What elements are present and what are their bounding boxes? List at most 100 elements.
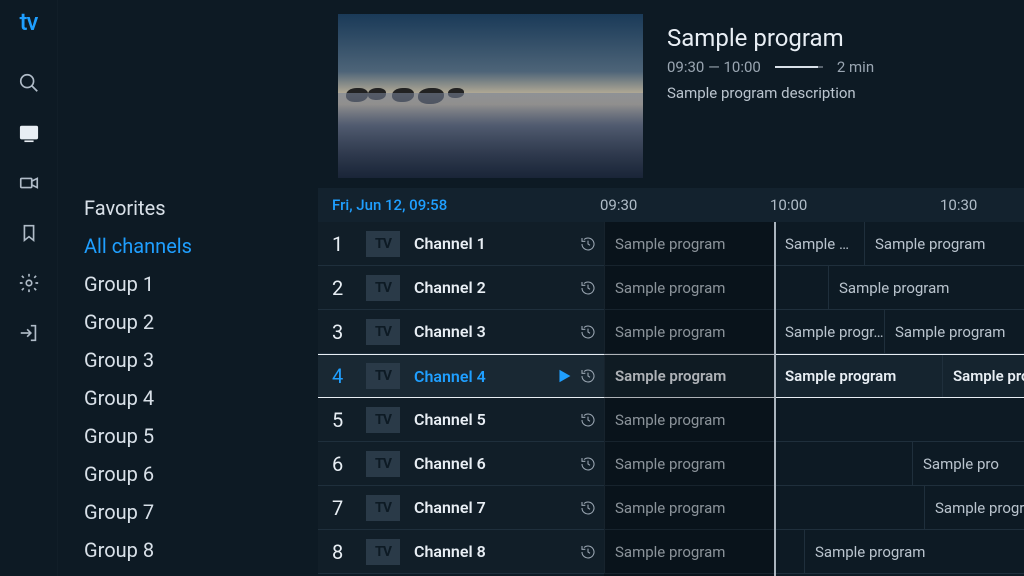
group-item[interactable]: Group 1	[84, 272, 318, 296]
channel-left-block[interactable]: 1TVChannel 1	[318, 222, 604, 265]
group-list: Favorites All channels Group 1 Group 2 Group…	[58, 0, 318, 576]
channel-row[interactable]: 7TV Channel 7 Sample programSample progra	[318, 486, 1024, 530]
program-area: Sample programSample pro	[604, 442, 1024, 485]
channel-name: Channel 7	[414, 498, 580, 517]
channel-left-block[interactable]: 8TV Channel 8	[318, 530, 604, 573]
channel-name: Channel 5	[414, 410, 580, 429]
channel-logo: TV	[366, 539, 400, 565]
channel-number: 8	[332, 540, 366, 564]
group-item[interactable]: Group 3	[84, 348, 318, 372]
group-item[interactable]: Group 4	[84, 386, 318, 410]
group-item[interactable]: Favorites	[84, 196, 318, 220]
bookmark-icon[interactable]	[18, 222, 40, 244]
channel-number: 7	[332, 496, 366, 520]
program-area: Sample program	[604, 398, 1024, 441]
program-preview: Sample program 09:30 — 10:00 2 min Sampl…	[318, 0, 1024, 188]
timeline-header: Fri, Jun 12, 09:58 09:30 10:00 10:30	[318, 188, 1024, 222]
channel-row[interactable]: 4TVChannel 4Sample programSample program…	[318, 354, 1024, 398]
channel-left-block[interactable]: 4TVChannel 4	[318, 355, 604, 397]
play-icon	[556, 368, 572, 384]
program-area: Sample programSample progr…Sample progra…	[604, 310, 1024, 353]
group-item[interactable]: Group 7	[84, 500, 318, 524]
channel-number: 3	[332, 320, 366, 344]
preview-description: Sample program description	[667, 84, 874, 102]
channel-left-block[interactable]: 5TV Channel 5	[318, 398, 604, 441]
preview-remaining: 2 min	[837, 58, 874, 76]
program-area: Sample programSample program	[604, 530, 1024, 573]
channel-logo: TV	[366, 275, 400, 301]
channel-logo: TV	[366, 451, 400, 477]
group-item[interactable]: Group 5	[84, 424, 318, 448]
program-block[interactable]: Sample program	[604, 398, 774, 441]
preview-thumbnail	[338, 14, 643, 178]
program-block[interactable]: Sample pro	[912, 442, 1024, 485]
time-tick: 10:00	[770, 196, 807, 214]
login-icon[interactable]	[18, 322, 40, 344]
channel-logo: TV	[366, 495, 400, 521]
tv-icon[interactable]	[18, 122, 40, 144]
channel-row[interactable]: 2TV Channel 2 Sample programSample program	[318, 266, 1024, 310]
program-block[interactable]: Sample program	[774, 355, 942, 397]
channel-number: 1	[332, 232, 366, 256]
time-tick: 10:30	[940, 196, 977, 214]
channel-number: 5	[332, 408, 366, 432]
camera-icon[interactable]	[18, 172, 40, 194]
channel-row[interactable]: 8TV Channel 8 Sample programSample program	[318, 530, 1024, 574]
catchup-icon	[580, 236, 596, 252]
search-icon[interactable]	[18, 72, 40, 94]
catchup-icon	[580, 544, 596, 560]
program-block[interactable]: Sample program	[884, 310, 1024, 353]
program-block[interactable]: Sample program	[604, 486, 924, 529]
group-item[interactable]: Group 8	[84, 538, 318, 562]
channel-left-block[interactable]: 3TV Channel 3	[318, 310, 604, 353]
preview-time-range: 09:30 — 10:00	[667, 58, 761, 76]
catchup-icon	[580, 368, 596, 384]
preview-info: Sample program 09:30 — 10:00 2 min Sampl…	[667, 14, 874, 178]
program-block[interactable]: Sample pro	[942, 355, 1024, 397]
channel-left-block[interactable]: 2TV Channel 2	[318, 266, 604, 309]
channel-number: 2	[332, 276, 366, 300]
channel-number: 4	[332, 364, 366, 388]
channel-left-block[interactable]: 7TV Channel 7	[318, 486, 604, 529]
program-area: Sample programSample programSample pro	[604, 355, 1024, 397]
program-block[interactable]: Sample program	[804, 530, 1024, 573]
channel-name: Channel 8	[414, 542, 580, 561]
program-block[interactable]: Sample …	[774, 222, 864, 265]
program-block[interactable]: Sample program	[604, 442, 912, 485]
channel-rows: 1TVChannel 1Sample programSample …Sample…	[318, 222, 1024, 576]
time-tick: 09:30	[600, 196, 637, 214]
channel-left-block[interactable]: 6TVChannel 6	[318, 442, 604, 485]
group-item[interactable]: Group 6	[84, 462, 318, 486]
channel-row[interactable]: 1TVChannel 1Sample programSample …Sample…	[318, 222, 1024, 266]
program-block[interactable]: Sample program	[828, 266, 1024, 309]
catchup-icon	[580, 456, 596, 472]
program-block[interactable]: Sample program	[864, 222, 1024, 265]
preview-progress-bar	[775, 66, 823, 68]
program-block[interactable]: Sample program	[604, 310, 774, 353]
group-item[interactable]: Group 2	[84, 310, 318, 334]
channel-row[interactable]: 5TV Channel 5 Sample program	[318, 398, 1024, 442]
now-indicator-line	[774, 222, 776, 576]
channel-logo: TV	[366, 319, 400, 345]
channel-name: Channel 3	[414, 322, 580, 341]
program-block[interactable]: Sample progra	[924, 486, 1024, 529]
program-area: Sample programSample …Sample program	[604, 222, 1024, 265]
channel-row[interactable]: 6TVChannel 6Sample programSample pro	[318, 442, 1024, 486]
group-item[interactable]: All channels	[84, 234, 318, 258]
icon-rail: tv	[0, 0, 58, 576]
channel-name: Channel 1	[414, 234, 580, 253]
channel-name: Channel 4	[414, 367, 556, 386]
channel-row[interactable]: 3TV Channel 3 Sample programSample progr…S…	[318, 310, 1024, 354]
gear-icon[interactable]	[18, 272, 40, 294]
preview-time-row: 09:30 — 10:00 2 min	[667, 58, 874, 76]
preview-title: Sample program	[667, 24, 874, 52]
channel-number: 6	[332, 452, 366, 476]
catchup-icon	[580, 412, 596, 428]
program-block[interactable]: Sample program	[604, 355, 774, 397]
channel-name: Channel 2	[414, 278, 580, 297]
program-block[interactable]: Sample program	[604, 222, 774, 265]
current-time-label: Fri, Jun 12, 09:58	[332, 196, 447, 214]
channel-logo: TV	[366, 407, 400, 433]
program-block[interactable]: Sample program	[604, 266, 828, 309]
program-block[interactable]: Sample progr…	[774, 310, 884, 353]
